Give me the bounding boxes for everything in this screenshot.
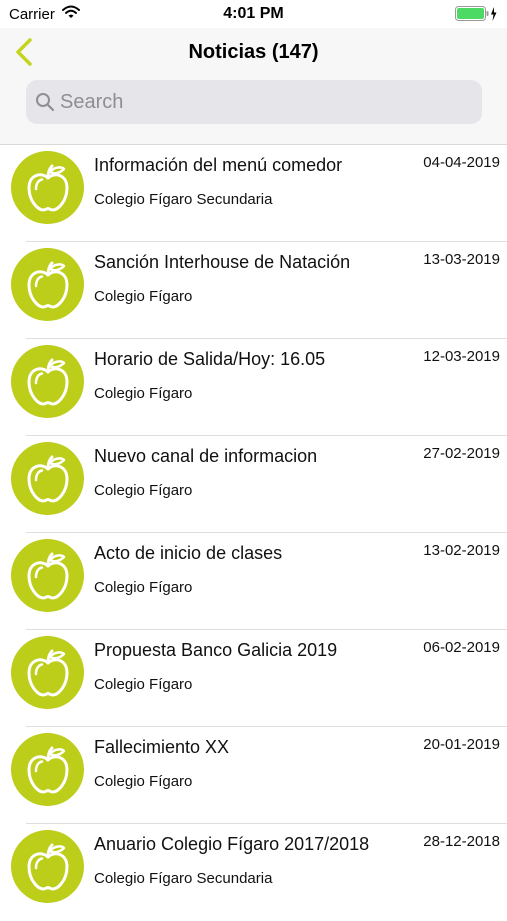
news-subtitle: Colegio Fígaro [94, 773, 193, 790]
news-item[interactable]: Fallecimiento XX Colegio Fígaro 20-01-20… [0, 727, 507, 824]
news-item[interactable]: Nuevo canal de informacion Colegio Fígar… [0, 436, 507, 533]
news-avatar [11, 539, 84, 612]
apple-icon [27, 649, 69, 697]
news-date: 12-03-2019 [423, 348, 500, 365]
news-date: 13-03-2019 [423, 251, 500, 268]
news-title: Sanción Interhouse de Natación [94, 252, 351, 272]
news-subtitle: Colegio Fígaro [94, 579, 193, 596]
apple-icon [27, 261, 69, 309]
news-subtitle: Colegio Fígaro [94, 385, 193, 402]
apple-icon [27, 746, 69, 794]
news-subtitle: Colegio Fígaro Secundaria [94, 870, 273, 887]
news-item[interactable]: Sanción Interhouse de Natación Colegio F… [0, 242, 507, 339]
news-avatar [11, 636, 84, 709]
news-date: 13-02-2019 [423, 542, 500, 559]
news-item[interactable]: Horario de Salida/Hoy: 16.05 Colegio Fíg… [0, 339, 507, 436]
news-date: 06-02-2019 [423, 639, 500, 656]
news-title: Anuario Colegio Fígaro 2017/2018 [94, 834, 370, 854]
news-subtitle: Colegio Fígaro [94, 482, 193, 499]
apple-icon [27, 552, 69, 600]
news-date: 20-01-2019 [423, 736, 500, 753]
news-item[interactable]: Información del menú comedor Colegio Fíg… [0, 145, 507, 242]
news-title: Nuevo canal de informacion [94, 446, 318, 466]
status-bar: Carrier 4:01 PM [0, 0, 507, 28]
news-title: Fallecimiento XX [94, 737, 230, 757]
news-subtitle: Colegio Fígaro [94, 676, 193, 693]
news-subtitle: Colegio Fígaro Secundaria [94, 191, 273, 208]
news-avatar [11, 345, 84, 418]
apple-icon [27, 843, 69, 891]
news-date: 27-02-2019 [423, 445, 500, 462]
news-title: Acto de inicio de clases [94, 543, 283, 563]
apple-icon [27, 358, 69, 406]
news-avatar [11, 442, 84, 515]
search-icon [35, 92, 55, 117]
battery-icon [455, 6, 499, 27]
search-input[interactable] [60, 80, 460, 124]
apple-icon [27, 455, 69, 503]
status-time: 4:01 PM [223, 5, 284, 22]
news-avatar [11, 248, 84, 321]
news-avatar [11, 151, 84, 224]
search-bar[interactable] [26, 80, 482, 124]
news-title: Información del menú comedor [94, 155, 343, 175]
navigation-header: Noticias (147) [0, 28, 507, 145]
news-date: 04-04-2019 [423, 154, 500, 171]
news-item[interactable]: Anuario Colegio Fígaro 2017/2018 Colegio… [0, 824, 507, 921]
news-subtitle: Colegio Fígaro [94, 288, 193, 305]
news-item[interactable]: Propuesta Banco Galicia 2019 Colegio Fíg… [0, 630, 507, 727]
apple-icon [27, 164, 69, 212]
news-title: Horario de Salida/Hoy: 16.05 [94, 349, 326, 369]
news-title: Propuesta Banco Galicia 2019 [94, 640, 338, 660]
news-list: Información del menú comedor Colegio Fíg… [0, 145, 507, 921]
news-date: 28-12-2018 [423, 833, 500, 850]
news-avatar [11, 733, 84, 806]
news-avatar [11, 830, 84, 903]
news-item[interactable]: Acto de inicio de clases Colegio Fígaro … [0, 533, 507, 630]
page-title: Noticias (147) [188, 41, 319, 63]
